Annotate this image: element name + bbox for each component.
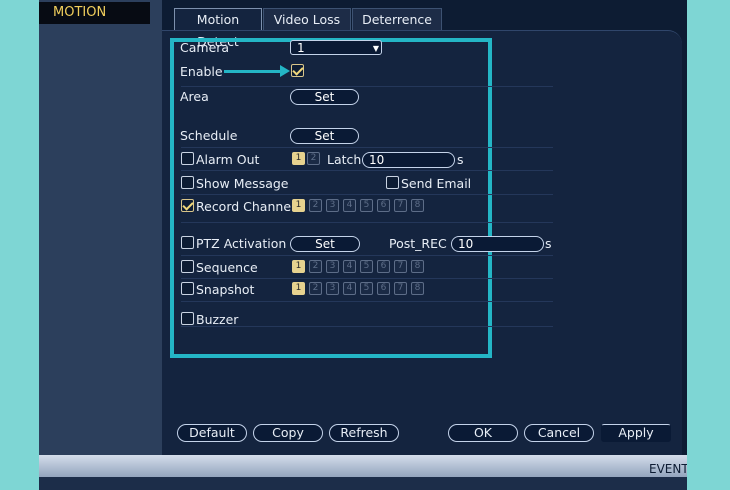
latch-input[interactable]: 10: [362, 152, 455, 168]
event-label: EVENT: [649, 462, 687, 476]
tab-motion-detect[interactable]: Motion Detect: [174, 8, 262, 49]
record-channel-6[interactable]: 6: [377, 199, 390, 212]
record-channel-5[interactable]: 5: [360, 199, 373, 212]
post-rec-label: Post_REC: [389, 236, 447, 251]
sequence-channel-7[interactable]: 7: [394, 260, 407, 273]
sequence-channel-5[interactable]: 5: [360, 260, 373, 273]
snapshot-channel-5[interactable]: 5: [360, 282, 373, 295]
snapshot-channel-8[interactable]: 8: [411, 282, 424, 295]
record-channel-3[interactable]: 3: [326, 199, 339, 212]
sequence-channel-2[interactable]: 2: [309, 260, 322, 273]
snapshot-channel-7[interactable]: 7: [394, 282, 407, 295]
record-channel-2[interactable]: 2: [309, 199, 322, 212]
post-rec-unit: s: [545, 236, 552, 251]
record-channel-7[interactable]: 7: [394, 199, 407, 212]
alarm-out-channel-2[interactable]: 2: [307, 152, 320, 165]
record-channel-checkbox[interactable]: [181, 199, 194, 212]
divider: [181, 278, 553, 279]
copy-button[interactable]: Copy: [253, 424, 323, 442]
snapshot-channel-6[interactable]: 6: [377, 282, 390, 295]
left-sidebar: [39, 0, 162, 455]
divider: [181, 255, 553, 256]
sequence-channel-8[interactable]: 8: [411, 260, 424, 273]
chevron-down-icon: ▼: [372, 44, 379, 53]
divider: [181, 86, 553, 87]
enable-label: Enable: [180, 64, 223, 79]
sequence-channel-4[interactable]: 4: [343, 260, 356, 273]
sequence-checkbox[interactable]: [181, 260, 194, 273]
area-set-button[interactable]: Set: [290, 89, 359, 105]
snapshot-channel-4[interactable]: 4: [343, 282, 356, 295]
apply-button[interactable]: Apply: [601, 424, 671, 442]
buzzer-checkbox[interactable]: [181, 312, 194, 325]
sequence-channel-1[interactable]: 1: [292, 260, 305, 273]
refresh-button[interactable]: Refresh: [329, 424, 399, 442]
tab-video-loss[interactable]: Video Loss: [263, 8, 351, 30]
divider: [181, 326, 553, 327]
sequence-channel-6[interactable]: 6: [377, 260, 390, 273]
send-email-label: Send Email: [401, 176, 472, 191]
camera-label: Camera: [180, 40, 230, 55]
show-message-label: Show Message: [196, 176, 289, 191]
show-message-checkbox[interactable]: [181, 176, 194, 189]
snapshot-channel-3[interactable]: 3: [326, 282, 339, 295]
default-button[interactable]: Default: [177, 424, 247, 442]
divider: [181, 170, 553, 171]
bottom-strip: [39, 477, 687, 490]
callout-arrow: [224, 65, 290, 77]
camera-dropdown[interactable]: 1 ▼: [290, 40, 382, 55]
divider: [181, 147, 553, 148]
ptz-activation-checkbox[interactable]: [181, 236, 194, 249]
alarm-out-channel-1[interactable]: 1: [292, 152, 305, 165]
tab-deterrence[interactable]: Deterrence: [352, 8, 442, 30]
camera-value: 1: [297, 41, 305, 55]
record-channel-8[interactable]: 8: [411, 199, 424, 212]
schedule-label: Schedule: [180, 128, 238, 143]
section-title: MOTION: [39, 2, 150, 24]
sequence-label: Sequence: [196, 260, 258, 275]
post-rec-input[interactable]: 10: [451, 236, 544, 252]
divider: [181, 194, 553, 195]
record-channel-label: Record Channel: [196, 199, 295, 214]
snapshot-label: Snapshot: [196, 282, 255, 297]
sequence-channel-3[interactable]: 3: [326, 260, 339, 273]
ptz-set-button[interactable]: Set: [290, 236, 360, 252]
send-email-checkbox[interactable]: [386, 176, 399, 189]
divider: [181, 222, 553, 223]
alarm-out-checkbox[interactable]: [181, 152, 194, 165]
cancel-button[interactable]: Cancel: [524, 424, 594, 442]
snapshot-checkbox[interactable]: [181, 282, 194, 295]
record-channel-1[interactable]: 1: [292, 199, 305, 212]
schedule-set-button[interactable]: Set: [290, 128, 359, 144]
snapshot-channel-2[interactable]: 2: [309, 282, 322, 295]
latch-unit: s: [457, 152, 464, 167]
latch-label: Latch: [327, 152, 362, 167]
ok-button[interactable]: OK: [448, 424, 518, 442]
record-channel-4[interactable]: 4: [343, 199, 356, 212]
snapshot-channel-1[interactable]: 1: [292, 282, 305, 295]
area-label: Area: [180, 89, 209, 104]
alarm-out-label: Alarm Out: [196, 152, 260, 167]
ptz-activation-label: PTZ Activation: [196, 236, 287, 251]
enable-checkbox[interactable]: [291, 64, 304, 77]
buzzer-label: Buzzer: [196, 312, 239, 327]
divider: [181, 301, 553, 302]
bottom-bar: [39, 455, 687, 477]
